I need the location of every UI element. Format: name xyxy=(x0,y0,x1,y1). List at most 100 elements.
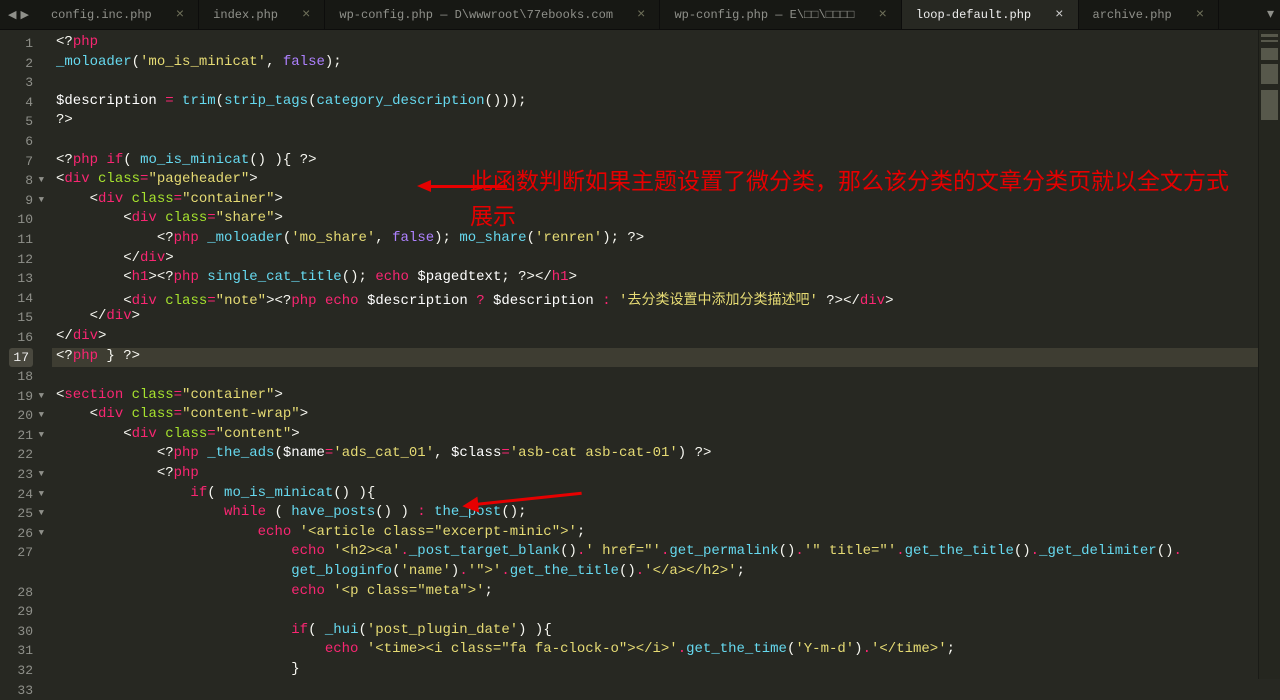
line-number[interactable]: 19▼ xyxy=(4,387,44,407)
code-line[interactable]: <section class="container"> xyxy=(52,387,1280,407)
line-number[interactable]: 17 xyxy=(4,348,44,368)
code-line[interactable]: </div> xyxy=(52,308,1280,328)
tab-5[interactable]: archive.php × xyxy=(1079,0,1220,29)
line-number[interactable]: 15 xyxy=(4,308,44,328)
tab-3[interactable]: wp-config.php — E\□□\□□□□ × xyxy=(660,0,901,29)
line-number[interactable] xyxy=(4,563,44,583)
line-number[interactable]: 26▼ xyxy=(4,524,44,544)
fold-icon[interactable]: ▼ xyxy=(35,171,44,191)
code-line[interactable]: if( _hui('post_plugin_date') ){ xyxy=(52,622,1280,642)
tab-0[interactable]: config.inc.php × xyxy=(37,0,199,29)
line-number[interactable]: 14 xyxy=(4,289,44,309)
code-line[interactable]: get_bloginfo('name').'">'.get_the_title(… xyxy=(52,563,1280,583)
fold-icon[interactable]: ▼ xyxy=(35,191,44,211)
code-line[interactable]: <?php } ?> xyxy=(52,348,1280,368)
line-number[interactable]: 7 xyxy=(4,152,44,172)
line-number[interactable]: 22 xyxy=(4,445,44,465)
tab-nav-left-icon[interactable]: ◀ xyxy=(6,8,18,22)
line-number[interactable]: 16 xyxy=(4,328,44,348)
code-line[interactable]: <?php _the_ads($name='ads_cat_01', $clas… xyxy=(52,445,1280,465)
line-number[interactable]: 9▼ xyxy=(4,191,44,211)
tab-4[interactable]: loop-default.php× xyxy=(902,0,1079,29)
code-line[interactable]: echo '<time><i class="fa fa-clock-o"></i… xyxy=(52,641,1280,661)
code-line[interactable]: echo '<p class="meta">'; xyxy=(52,583,1280,603)
tab-bar: ◀ ▶ config.inc.php×index.php×wp-config.p… xyxy=(0,0,1280,30)
tab-2[interactable]: wp-config.php — D\wwwroot\77ebooks.com× xyxy=(325,0,660,29)
close-icon[interactable]: × xyxy=(637,8,645,22)
code-line[interactable]: while ( have_posts() ) : the_post(); xyxy=(52,504,1280,524)
code-line[interactable]: <?php if( mo_is_minicat() ){ ?> xyxy=(52,152,1280,172)
minimap[interactable] xyxy=(1258,30,1280,679)
fold-icon[interactable]: ▼ xyxy=(35,465,44,485)
line-number[interactable]: 3 xyxy=(4,73,44,93)
tab-label: archive.php xyxy=(1093,8,1172,22)
code-line[interactable]: echo '<h2><a'._post_target_blank().' hre… xyxy=(52,543,1280,563)
line-number[interactable]: 5 xyxy=(4,112,44,132)
close-icon[interactable]: × xyxy=(302,8,310,22)
line-number[interactable]: 32 xyxy=(4,661,44,681)
line-number[interactable]: 18 xyxy=(4,367,44,387)
code-line[interactable]: </div> xyxy=(52,328,1280,348)
code-line[interactable]: ?> xyxy=(52,112,1280,132)
line-number[interactable]: 30 xyxy=(4,622,44,642)
line-number[interactable]: 20▼ xyxy=(4,406,44,426)
line-number[interactable]: 25▼ xyxy=(4,504,44,524)
fold-icon[interactable]: ▼ xyxy=(35,406,44,426)
code-line[interactable] xyxy=(52,132,1280,152)
code-line[interactable] xyxy=(52,681,1280,700)
fold-icon[interactable]: ▼ xyxy=(35,387,44,407)
code-line[interactable]: if( mo_is_minicat() ){ xyxy=(52,485,1280,505)
line-number[interactable]: 29 xyxy=(4,602,44,622)
tab-nav-arrows[interactable]: ◀ ▶ xyxy=(0,0,37,29)
code-line[interactable]: <div class="share"> xyxy=(52,210,1280,230)
code-line[interactable]: <div class="content"> xyxy=(52,426,1280,446)
fold-icon[interactable]: ▼ xyxy=(35,485,44,505)
line-number[interactable]: 4 xyxy=(4,93,44,113)
line-number[interactable]: 23▼ xyxy=(4,465,44,485)
line-number[interactable]: 28 xyxy=(4,583,44,603)
code-line[interactable]: echo '<article class="excerpt-minic">'; xyxy=(52,524,1280,544)
fold-icon[interactable]: ▼ xyxy=(35,524,44,544)
line-number[interactable]: 6 xyxy=(4,132,44,152)
line-number[interactable]: 13 xyxy=(4,269,44,289)
line-number[interactable]: 10 xyxy=(4,210,44,230)
code-line[interactable]: <div class="pageheader"> xyxy=(52,171,1280,191)
code-line[interactable]: <div class="note"><?php echo $descriptio… xyxy=(52,289,1280,309)
line-number[interactable]: 31 xyxy=(4,641,44,661)
code-line[interactable]: <h1><?php single_cat_title(); echo $page… xyxy=(52,269,1280,289)
code-line[interactable]: } xyxy=(52,661,1280,681)
line-number[interactable]: 1 xyxy=(4,34,44,54)
tab-label: wp-config.php — E\□□\□□□□ xyxy=(674,8,854,22)
fold-icon[interactable]: ▼ xyxy=(35,426,44,446)
code-line[interactable]: <?php xyxy=(52,34,1280,54)
code-line[interactable] xyxy=(52,602,1280,622)
code-line[interactable]: <div class="content-wrap"> xyxy=(52,406,1280,426)
tab-nav-right-icon[interactable]: ▶ xyxy=(18,8,30,22)
line-number[interactable]: 24▼ xyxy=(4,485,44,505)
tab-1[interactable]: index.php× xyxy=(199,0,325,29)
fold-icon[interactable]: ▼ xyxy=(35,504,44,524)
close-icon[interactable]: × xyxy=(1055,8,1063,22)
code-line[interactable]: $description = trim(strip_tags(category_… xyxy=(52,93,1280,113)
close-icon[interactable]: × xyxy=(1196,8,1204,22)
code-line[interactable]: <div class="container"> xyxy=(52,191,1280,211)
code-line[interactable] xyxy=(52,367,1280,387)
gutter[interactable]: 12345678▼9▼10111213141516171819▼20▼21▼22… xyxy=(0,30,52,679)
code-line[interactable] xyxy=(52,73,1280,93)
line-number[interactable]: 11 xyxy=(4,230,44,250)
code-line[interactable]: <?php xyxy=(52,465,1280,485)
tab-label: config.inc.php xyxy=(51,8,152,22)
close-icon[interactable]: × xyxy=(878,8,886,22)
line-number[interactable]: 33 xyxy=(4,681,44,700)
code-area[interactable]: 此函数判断如果主题设置了微分类，那么该分类的文章分类页就以全文方式展示 <?ph… xyxy=(52,30,1280,679)
code-line[interactable]: </div> xyxy=(52,250,1280,270)
line-number[interactable]: 8▼ xyxy=(4,171,44,191)
line-number[interactable]: 27 xyxy=(4,543,44,563)
tab-overflow-icon[interactable]: ▾ xyxy=(1261,0,1280,29)
code-line[interactable]: _moloader('mo_is_minicat', false); xyxy=(52,54,1280,74)
line-number[interactable]: 21▼ xyxy=(4,426,44,446)
line-number[interactable]: 12 xyxy=(4,250,44,270)
line-number[interactable]: 2 xyxy=(4,54,44,74)
code-line[interactable]: <?php _moloader('mo_share', false); mo_s… xyxy=(52,230,1280,250)
close-icon[interactable]: × xyxy=(176,8,184,22)
